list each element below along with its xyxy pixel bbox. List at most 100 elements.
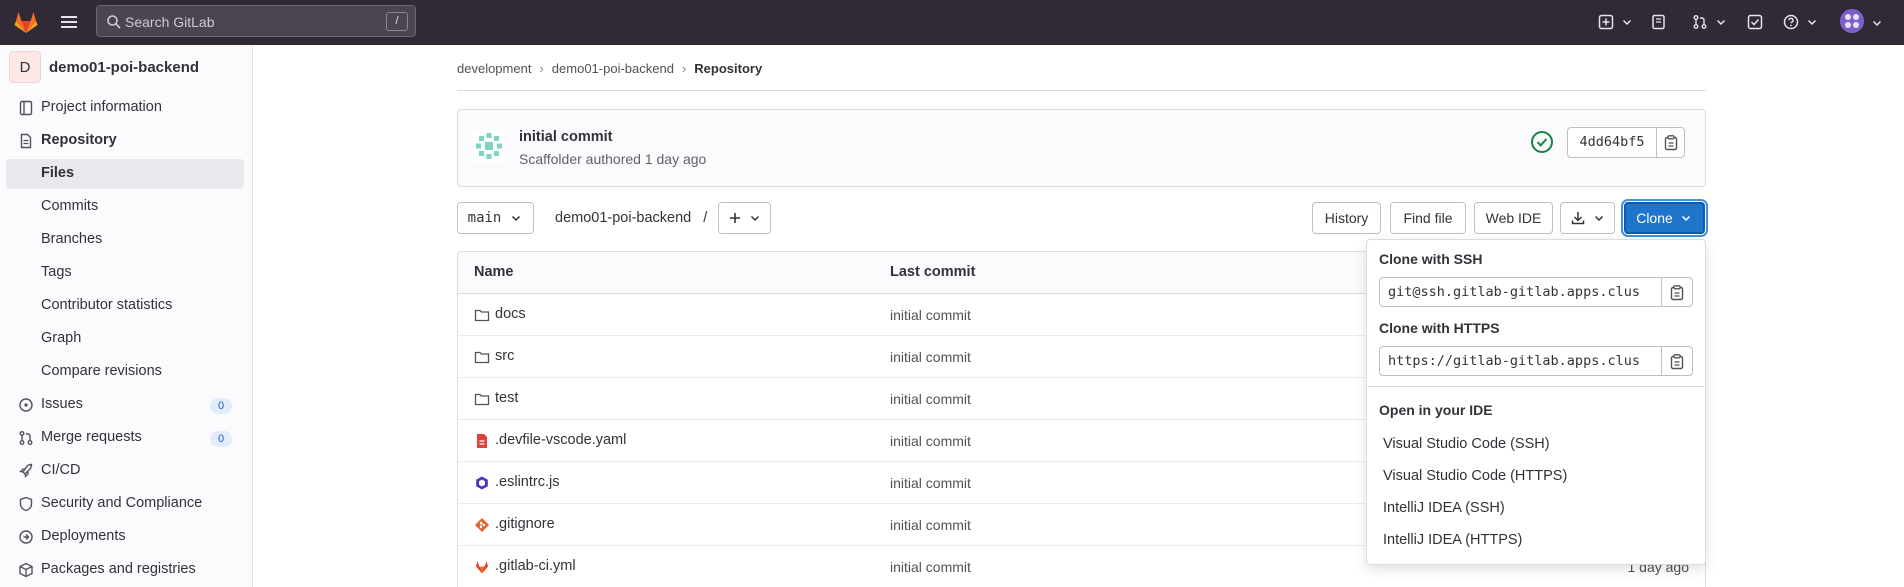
- sidebar-item-issues[interactable]: Issues 0: [6, 390, 244, 420]
- breadcrumb: development › demo01-poi-backend › Repos…: [457, 61, 762, 76]
- issues-icon: [1652, 14, 1665, 30]
- sidebar-item-branches[interactable]: Branches: [6, 225, 244, 255]
- file-last-commit[interactable]: initial commit: [890, 433, 971, 449]
- copy-sha-button[interactable]: [1656, 127, 1685, 158]
- open-vscode-ssh-item[interactable]: Visual Studio Code (SSH): [1383, 436, 1550, 452]
- sidebar-item-label: Commits: [41, 198, 99, 214]
- todo-check-icon: [1747, 14, 1763, 30]
- commit-sha[interactable]: 4dd64bf5: [1567, 127, 1657, 158]
- merge-requests-count-badge: 0: [210, 431, 232, 447]
- breadcrumb-item-group[interactable]: development: [457, 61, 531, 76]
- commit-title[interactable]: initial commit: [519, 129, 612, 145]
- menu-icon[interactable]: [58, 11, 80, 33]
- sidebar-item-label: Contributor statistics: [41, 297, 173, 313]
- copy-ssh-url-button[interactable]: [1661, 277, 1693, 307]
- issues-count-badge: 0: [210, 398, 232, 414]
- issues-top-button[interactable]: [1651, 12, 1667, 32]
- merge-request-icon: [19, 431, 33, 445]
- sidebar-item-merge-requests[interactable]: Merge requests 0: [6, 423, 244, 453]
- user-avatar[interactable]: [1840, 9, 1864, 33]
- chevron-down-icon: [1681, 215, 1690, 222]
- gitlab-logo-icon[interactable]: [12, 8, 40, 36]
- sidebar-item-commits[interactable]: Commits: [6, 192, 244, 222]
- open-intellij-ssh-item[interactable]: IntelliJ IDEA (SSH): [1383, 500, 1505, 516]
- web-ide-button[interactable]: Web IDE: [1474, 202, 1553, 234]
- file-last-commit[interactable]: initial commit: [890, 349, 971, 365]
- sidebar-item-label: Compare revisions: [41, 363, 162, 379]
- sidebar-item-repository[interactable]: Repository: [6, 126, 244, 156]
- sidebar-item-graph[interactable]: Graph: [6, 324, 244, 354]
- file-name[interactable]: .gitlab-ci.yml: [495, 558, 576, 574]
- sidebar-item-tags[interactable]: Tags: [6, 258, 244, 288]
- search-input[interactable]: Search GitLab /: [96, 5, 416, 37]
- file-name[interactable]: src: [495, 348, 514, 364]
- chevron-down-icon: [750, 215, 759, 222]
- sidebar-item-label: Tags: [41, 264, 72, 280]
- pipeline-passed-icon[interactable]: [1530, 130, 1554, 154]
- web-ide-button-label: Web IDE: [1485, 210, 1542, 226]
- sidebar-item-contributor-statistics[interactable]: Contributor statistics: [6, 291, 244, 321]
- last-commit-panel: initial commit Scaffolder authored 1 day…: [457, 109, 1706, 187]
- project-avatar: D: [9, 51, 41, 83]
- copy-https-url-button[interactable]: [1661, 346, 1693, 376]
- clone-https-url-field[interactable]: https://gitlab-gitlab.apps.clus: [1379, 346, 1662, 376]
- todos-button[interactable]: [1747, 12, 1763, 32]
- file-name[interactable]: .eslintrc.js: [495, 474, 559, 490]
- git-file-icon: [475, 518, 489, 532]
- repo-path-root[interactable]: demo01-poi-backend: [555, 210, 691, 226]
- new-dropdown-button[interactable]: [1598, 12, 1634, 32]
- sidebar-item-label: Security and Compliance: [41, 495, 203, 511]
- sidebar-item-label: Packages and registries: [41, 561, 196, 577]
- file-name[interactable]: .gitignore: [495, 516, 555, 532]
- plus-square-icon: [1598, 14, 1614, 30]
- commit-meta: Scaffolder authored 1 day ago: [519, 151, 707, 167]
- breadcrumb-item-current[interactable]: Repository: [694, 61, 762, 76]
- sidebar-item-security-and-compliance[interactable]: Security and Compliance: [6, 489, 244, 519]
- sidebar-item-label: Project information: [41, 99, 162, 115]
- download-icon: [1571, 212, 1584, 225]
- dropdown-divider: [1367, 386, 1705, 387]
- copy-icon: [1670, 354, 1684, 370]
- author-avatar[interactable]: [473, 130, 505, 162]
- clone-button[interactable]: Clone: [1624, 202, 1705, 234]
- file-last-commit[interactable]: initial commit: [890, 559, 971, 575]
- file-name[interactable]: test: [495, 390, 518, 406]
- repo-path: demo01-poi-backend /: [555, 210, 707, 226]
- file-name[interactable]: docs: [495, 306, 526, 322]
- sidebar-item-project-information[interactable]: Project information: [6, 93, 244, 123]
- file-last-commit[interactable]: initial commit: [890, 391, 971, 407]
- file-name[interactable]: .devfile-vscode.yaml: [495, 432, 626, 448]
- add-to-tree-button[interactable]: [718, 202, 771, 234]
- sidebar-item-files[interactable]: Files: [6, 159, 244, 189]
- open-vscode-https-item[interactable]: Visual Studio Code (HTTPS): [1383, 468, 1567, 484]
- project-name: demo01-poi-backend: [49, 58, 200, 76]
- merge-requests-top-button[interactable]: [1692, 12, 1728, 32]
- sidebar-item-compare-revisions[interactable]: Compare revisions: [6, 357, 244, 387]
- search-icon: [107, 15, 121, 29]
- chevron-down-icon[interactable]: [1870, 16, 1884, 30]
- clone-ssh-url-field[interactable]: git@ssh.gitlab-gitlab.apps.clus: [1379, 277, 1662, 307]
- open-intellij-https-item[interactable]: IntelliJ IDEA (HTTPS): [1383, 532, 1522, 548]
- sidebar-item-label: Repository: [41, 132, 117, 148]
- file-last-commit[interactable]: initial commit: [890, 475, 971, 491]
- breadcrumb-divider: [457, 90, 1706, 91]
- sidebar-item-ci-cd[interactable]: CI/CD: [6, 456, 244, 486]
- chevron-down-icon: [1807, 19, 1817, 26]
- merge-request-icon: [1693, 15, 1707, 29]
- sidebar-item-packages-and-registries[interactable]: Packages and registries: [6, 555, 244, 585]
- file-last-commit[interactable]: initial commit: [890, 517, 971, 533]
- sidebar-item-deployments[interactable]: Deployments: [6, 522, 244, 552]
- package-icon: [19, 562, 33, 578]
- file-last-commit[interactable]: initial commit: [890, 307, 971, 323]
- history-button-label: History: [1324, 210, 1369, 226]
- clone-dropdown: Clone with SSH git@ssh.gitlab-gitlab.app…: [1366, 239, 1706, 565]
- project-header[interactable]: D demo01-poi-backend: [9, 51, 199, 83]
- chevron-down-icon: [1622, 19, 1632, 26]
- download-button[interactable]: [1560, 202, 1615, 234]
- help-dropdown-button[interactable]: [1783, 12, 1819, 32]
- branch-selector[interactable]: main: [457, 202, 534, 234]
- history-button[interactable]: History: [1312, 202, 1381, 234]
- shield-icon: [19, 496, 33, 512]
- find-file-button[interactable]: Find file: [1390, 202, 1466, 234]
- breadcrumb-item-project[interactable]: demo01-poi-backend: [552, 61, 674, 76]
